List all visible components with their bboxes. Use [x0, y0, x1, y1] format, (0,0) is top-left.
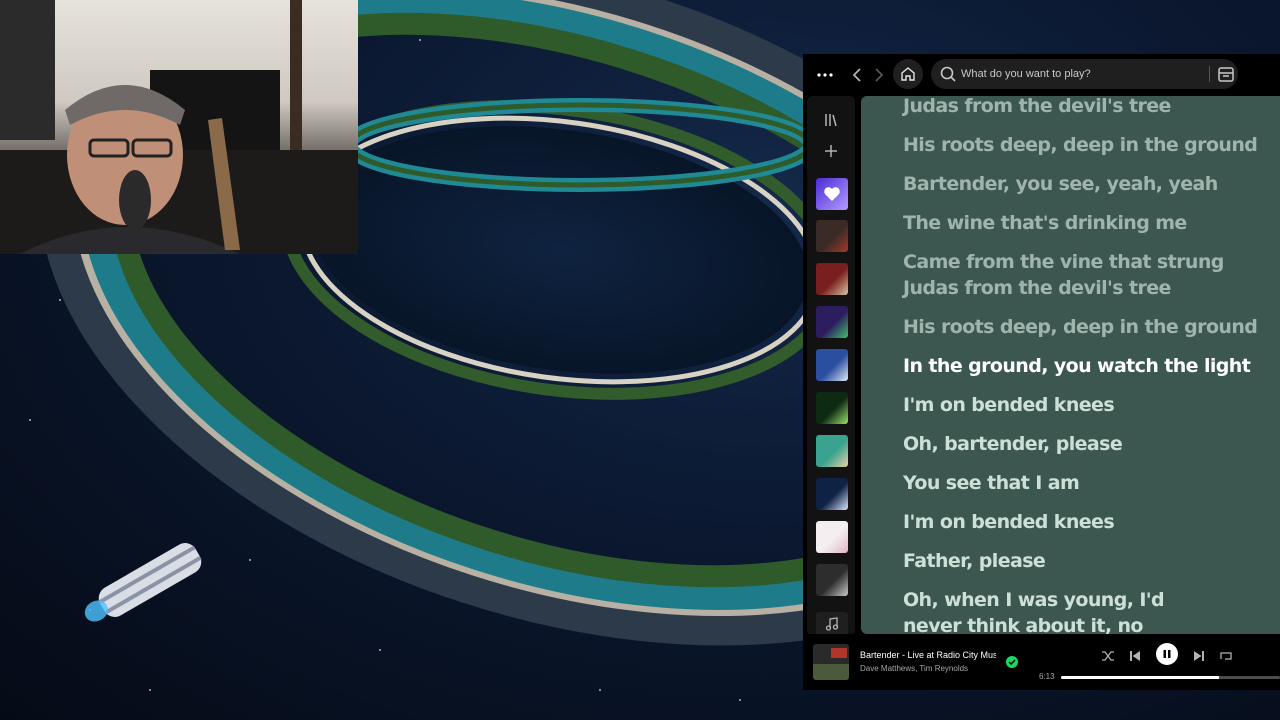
search-input[interactable]	[961, 59, 1201, 89]
lyric-line[interactable]: Came from the vine that strung	[903, 249, 1263, 275]
repeat-icon[interactable]	[1216, 646, 1236, 666]
playlist-tile[interactable]	[816, 392, 848, 424]
progress-bar[interactable]	[1061, 676, 1280, 679]
playlist-tile[interactable]	[816, 306, 848, 338]
webcam-overlay	[0, 0, 358, 254]
lyric-line[interactable]: Oh, bartender, please	[903, 431, 1263, 457]
top-bar	[803, 54, 1280, 96]
search-divider	[1209, 66, 1210, 82]
lyric-line[interactable]: never think about it, no	[903, 613, 1263, 634]
playlist-tile[interactable]	[816, 478, 848, 510]
home-icon[interactable]	[893, 59, 923, 89]
forward-icon[interactable]	[869, 64, 889, 86]
lyric-line[interactable]: The wine that's drinking me	[903, 210, 1263, 236]
lyric-line[interactable]: Bartender, you see, yeah, yeah	[903, 171, 1263, 197]
lyric-line-active[interactable]: In the ground, you watch the light	[903, 353, 1263, 379]
now-playing-bar: Bartender - Live at Radio City Music Hal…	[803, 634, 1280, 690]
lyric-line[interactable]: Judas from the devil's tree	[903, 275, 1263, 301]
elapsed-time: 6:13	[1039, 672, 1055, 681]
lyric-line[interactable]: Judas from the devil's tree	[903, 96, 1263, 119]
lyric-line[interactable]: I'm on bended knees	[903, 392, 1263, 418]
more-icon[interactable]	[813, 64, 837, 86]
lyric-line[interactable]: His roots deep, deep in the ground	[903, 314, 1263, 340]
saved-check-icon[interactable]	[1006, 656, 1018, 668]
playlist-tile[interactable]	[816, 263, 848, 295]
lyric-line[interactable]: His roots deep, deep in the ground	[903, 132, 1263, 158]
shuffle-icon[interactable]	[1098, 646, 1118, 666]
lyrics-panel: Judas from the devil's tree His roots de…	[861, 96, 1280, 634]
album-art[interactable]	[813, 644, 849, 680]
music-player-window: Judas from the devil's tree His roots de…	[803, 54, 1280, 690]
browse-icon[interactable]	[1215, 63, 1237, 85]
lyric-line[interactable]: Father, please	[903, 548, 1263, 574]
library-sidebar	[807, 96, 855, 636]
plus-icon[interactable]	[821, 141, 841, 161]
library-icon[interactable]	[821, 110, 841, 130]
pause-button[interactable]	[1156, 643, 1178, 665]
lyric-line[interactable]: I'm on bended knees	[903, 509, 1263, 535]
lyric-line[interactable]: Oh, when I was young, I'd	[903, 587, 1263, 613]
playlist-tile[interactable]	[816, 435, 848, 467]
progress-fill	[1061, 676, 1219, 679]
track-artists[interactable]: Dave Matthews, Tim Reynolds	[860, 664, 996, 673]
playlist-tile[interactable]	[816, 349, 848, 381]
heart-icon	[824, 187, 840, 201]
previous-icon[interactable]	[1125, 646, 1145, 666]
next-icon[interactable]	[1189, 646, 1209, 666]
pause-icon	[1163, 650, 1171, 658]
music-note-icon[interactable]	[816, 612, 848, 636]
back-icon[interactable]	[847, 64, 867, 86]
search-bar[interactable]	[931, 59, 1238, 89]
lyric-line[interactable]: You see that I am	[903, 470, 1263, 496]
playlist-tile[interactable]	[816, 564, 848, 596]
search-icon	[940, 66, 956, 82]
track-title[interactable]: Bartender - Live at Radio City Music Hal…	[860, 650, 996, 660]
playlist-tile[interactable]	[816, 220, 848, 252]
playlist-tile[interactable]	[816, 521, 848, 553]
liked-songs-tile[interactable]	[816, 178, 848, 210]
